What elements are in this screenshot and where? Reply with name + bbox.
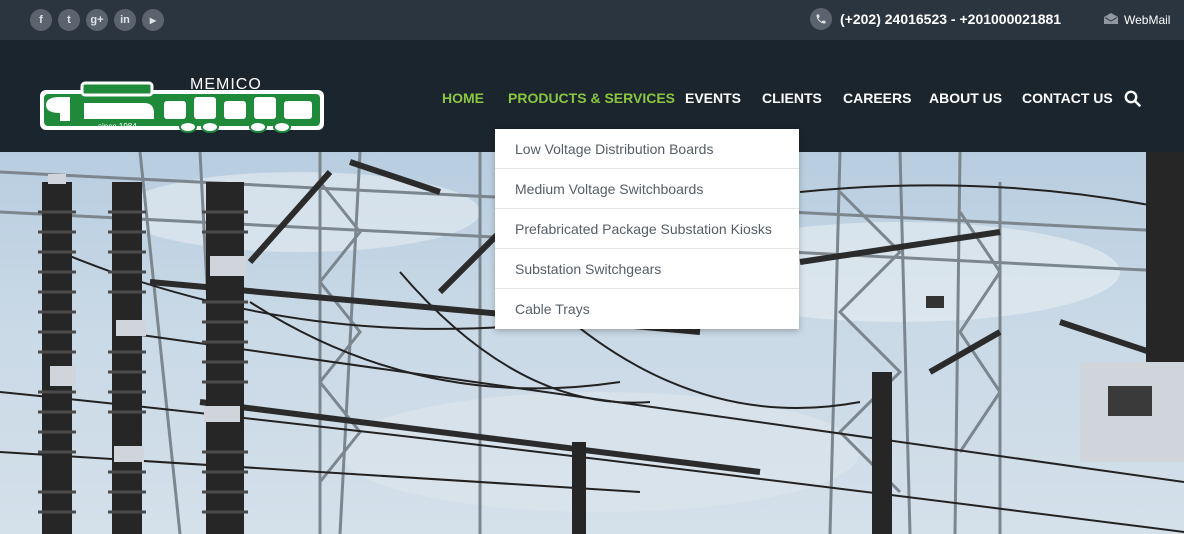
search-icon[interactable] — [1124, 90, 1141, 112]
social-links: f t g+ in ▶ — [30, 9, 164, 31]
logo-mark: since 1984 — [40, 81, 324, 133]
google-plus-icon[interactable]: g+ — [86, 9, 108, 31]
phone-icon — [810, 8, 832, 30]
twitter-icon[interactable]: t — [58, 9, 80, 31]
webmail-label: WebMail — [1124, 13, 1171, 27]
nav-contact-us[interactable]: CONTACT US — [1022, 90, 1113, 106]
dropdown-item-substation-kiosks[interactable]: Prefabricated Package Substation Kiosks — [495, 209, 799, 249]
dropdown-item-switchgears[interactable]: Substation Switchgears — [495, 249, 799, 289]
nav-clients[interactable]: CLIENTS — [762, 90, 822, 106]
youtube-icon[interactable]: ▶ — [142, 9, 164, 31]
nav-careers[interactable]: CAREERS — [843, 90, 911, 106]
dropdown-item-low-voltage[interactable]: Low Voltage Distribution Boards — [495, 129, 799, 169]
top-bar: f t g+ in ▶ (+202) 24016523 - +201000021… — [0, 0, 1184, 40]
facebook-icon[interactable]: f — [30, 9, 52, 31]
products-services-dropdown: Low Voltage Distribution Boards Medium V… — [495, 129, 799, 329]
phone-number: (+202) 24016523 - +201000021881 — [840, 11, 1062, 27]
site-logo[interactable]: since 1984 MEMICO — [38, 75, 328, 140]
phone-contact: (+202) 24016523 - +201000021881 — [810, 8, 1061, 30]
nav-home[interactable]: HOME — [442, 90, 484, 106]
dropdown-item-cable-trays[interactable]: Cable Trays — [495, 289, 799, 329]
dropdown-item-medium-voltage[interactable]: Medium Voltage Switchboards — [495, 169, 799, 209]
webmail-link[interactable]: WebMail — [1104, 11, 1170, 29]
logo-tagline: since 1984 — [98, 122, 137, 131]
nav-about-us[interactable]: ABOUT US — [929, 90, 1002, 106]
logo-brand-text: MEMICO — [190, 76, 262, 93]
nav-events[interactable]: EVENTS — [685, 90, 741, 106]
nav-products-services[interactable]: PRODUCTS & SERVICES — [508, 90, 675, 106]
linkedin-icon[interactable]: in — [114, 9, 136, 31]
envelope-icon — [1104, 11, 1118, 29]
